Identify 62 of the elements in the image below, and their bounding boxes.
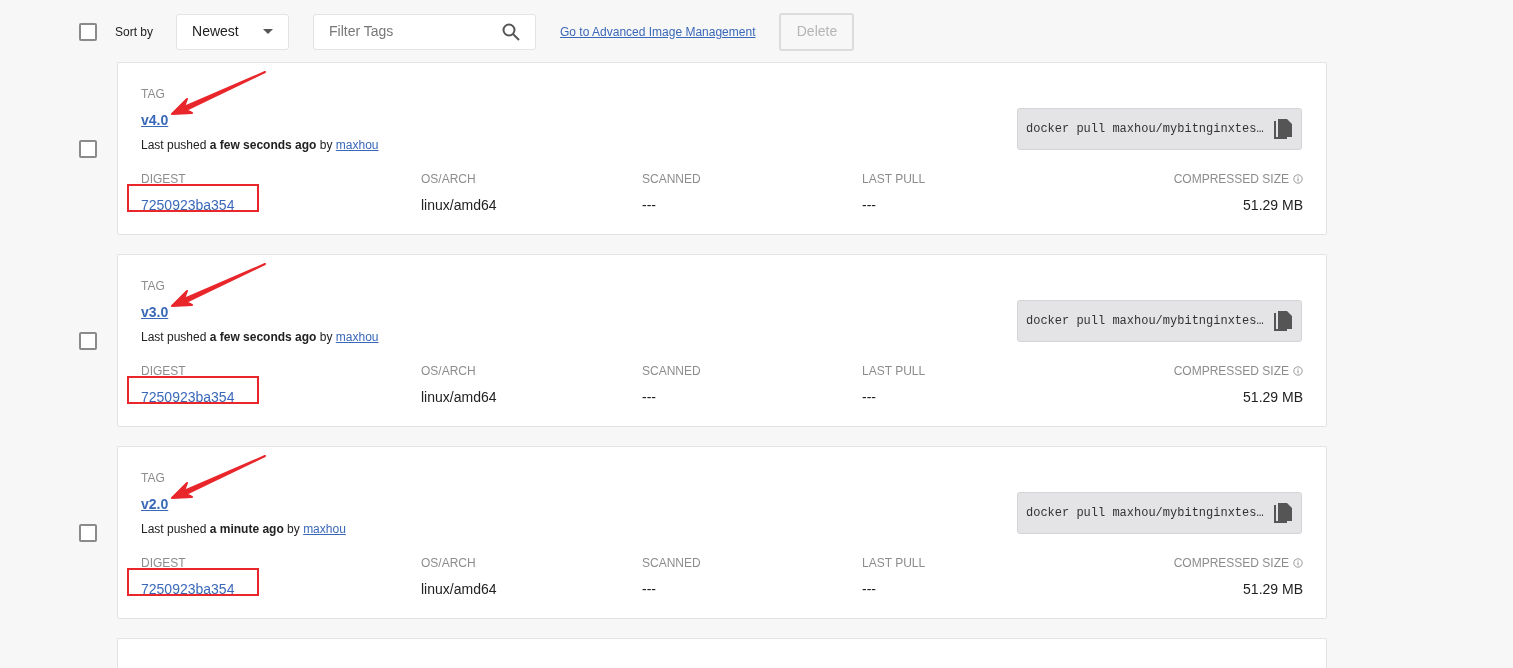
push-info: Last pushed a minute ago by maxhou	[141, 521, 347, 537]
column-label: DIGEST	[141, 171, 187, 188]
filter-field[interactable]: Filter Tags	[329, 21, 502, 42]
column-value: linux/amd64	[421, 196, 498, 215]
copy-icon[interactable]	[1273, 118, 1293, 140]
column-label: OS/ARCH	[421, 555, 476, 572]
info-icon	[1293, 174, 1303, 184]
column-label: SCANNED	[642, 171, 701, 188]
column-value: linux/amd64	[421, 388, 498, 407]
column-label: LAST PULL	[862, 363, 926, 380]
digest-link[interactable]: 7250923ba354	[141, 387, 235, 408]
caret-icon	[263, 29, 273, 34]
column-value: linux/amd64	[421, 580, 498, 599]
column-label: DIGEST	[141, 555, 187, 572]
tag-link[interactable]: v3.0	[141, 304, 169, 320]
digest-link[interactable]: 7250923ba354	[141, 195, 235, 216]
pull-command: docker pull maxhou/mybitnginxtes…	[1026, 313, 1264, 330]
pull-command: docker pull maxhou/mybitnginxtes…	[1026, 505, 1264, 522]
column-value: 51.29 MB	[1243, 580, 1303, 599]
column-value: ---	[862, 388, 877, 407]
sort-dropdown[interactable]: Newest	[176, 13, 289, 50]
user-link[interactable]: maxhou	[335, 138, 379, 152]
column-value: ---	[862, 196, 877, 215]
column-label: OS/ARCH	[421, 363, 476, 380]
push-info: Last pushed a few seconds ago by maxhou	[141, 137, 380, 153]
advanced-management-link[interactable]: Go to Advanced Image Management	[560, 22, 756, 41]
info-icon	[1293, 558, 1303, 568]
tag-link[interactable]: v2.0	[141, 496, 169, 512]
column-label: DIGEST	[141, 363, 187, 380]
info-icon	[1293, 366, 1303, 376]
column-label: SCANNED	[642, 363, 701, 380]
tag-label: TAG	[141, 86, 166, 103]
checkbox[interactable]	[79, 22, 97, 41]
column-value: ---	[642, 580, 657, 599]
column-label: LAST PULL	[862, 171, 926, 188]
column-label: COMPRESSED SIZE	[1173, 171, 1289, 188]
checkbox[interactable]	[79, 523, 97, 542]
column-value: ---	[642, 388, 657, 407]
column-label: SCANNED	[642, 555, 701, 572]
column-value: 51.29 MB	[1243, 196, 1303, 215]
checkbox[interactable]	[79, 331, 97, 350]
column-value: ---	[862, 580, 877, 599]
tag-link[interactable]: v4.0	[141, 112, 169, 128]
user-link[interactable]: maxhou	[303, 522, 346, 536]
column-label: OS/ARCH	[421, 171, 476, 188]
column-label: COMPRESSED SIZE	[1173, 363, 1289, 380]
column-label: COMPRESSED SIZE	[1173, 555, 1289, 572]
push-info: Last pushed a few seconds ago by maxhou	[141, 329, 380, 345]
search-icon[interactable]	[502, 22, 520, 41]
user-link[interactable]: maxhou	[335, 330, 379, 344]
copy-icon[interactable]	[1273, 502, 1293, 524]
checkbox[interactable]	[79, 139, 97, 158]
sort-label: Sort by	[115, 23, 153, 41]
tag-label: TAG	[141, 470, 166, 487]
digest-link[interactable]: 7250923ba354	[141, 579, 235, 600]
copy-icon[interactable]	[1273, 310, 1293, 332]
tag-label: TAG	[141, 278, 166, 295]
filter-field[interactable]: Filter Tags	[313, 13, 536, 50]
column-label: LAST PULL	[862, 555, 926, 572]
column-value: ---	[642, 196, 657, 215]
column-value: 51.29 MB	[1243, 388, 1303, 407]
pull-command: docker pull maxhou/mybitnginxtes…	[1026, 121, 1264, 138]
